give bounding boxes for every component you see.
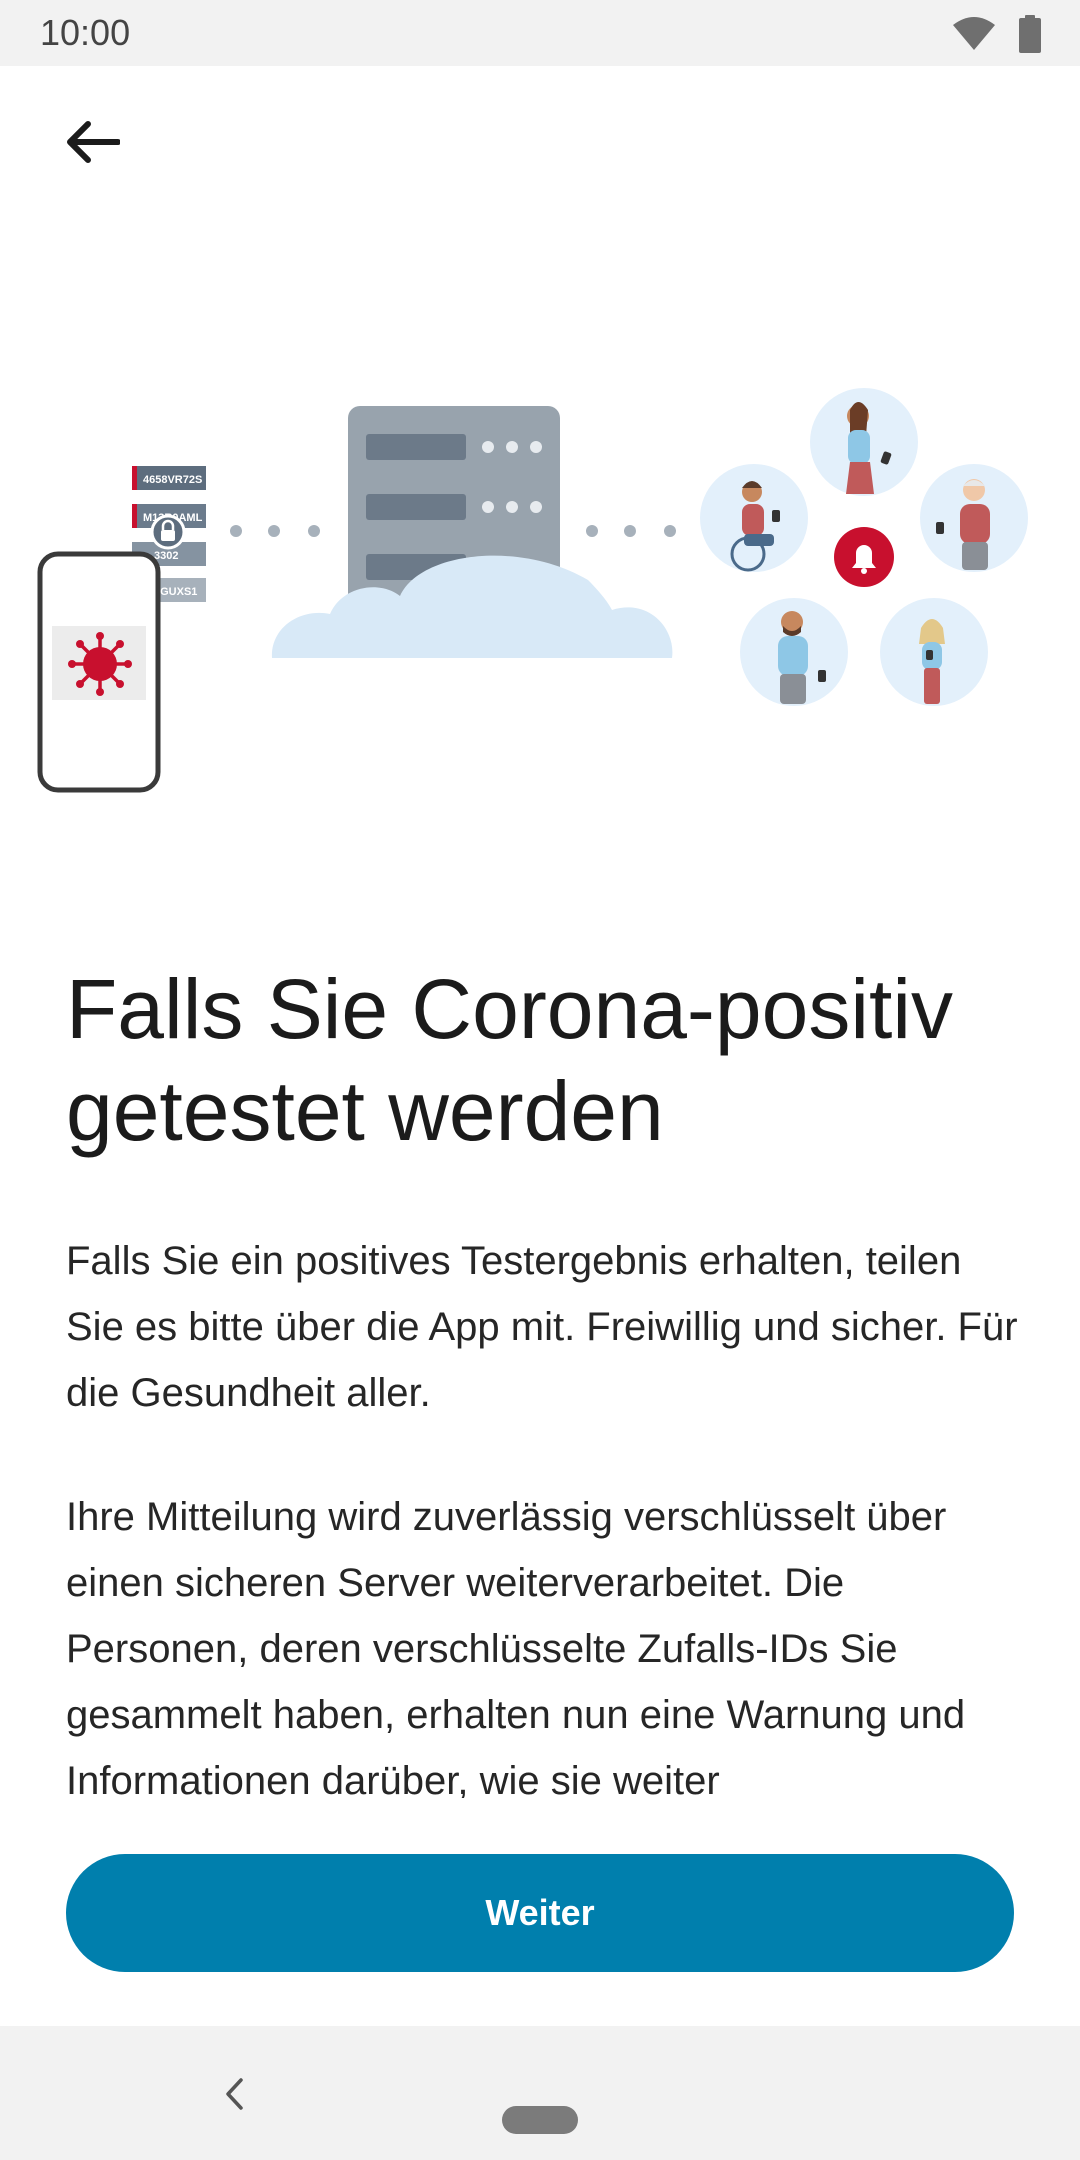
status-time: 10:00 xyxy=(40,12,131,53)
page-title: Falls Sie Corona-positiv getestet werden xyxy=(66,962,954,1158)
chevron-left-icon xyxy=(226,2078,243,2110)
virus-icon xyxy=(68,632,132,696)
connection-dots-right xyxy=(586,525,676,537)
connection-dots-left xyxy=(230,525,320,537)
alert-bell-icon xyxy=(834,527,894,587)
contact-person-4 xyxy=(740,598,848,706)
contact-person-1 xyxy=(810,388,918,496)
arrow-back-icon xyxy=(67,121,120,163)
wifi-icon xyxy=(953,17,995,50)
system-nav-bar xyxy=(0,2026,1080,2160)
cloud-icon xyxy=(271,555,673,658)
hero-illustration: 4658VR72S M13R0AML …3302 …4GUXS1 xyxy=(37,388,1028,793)
id-tag-label: 4658VR72S xyxy=(143,474,202,486)
scrollable-body[interactable]: Falls Sie ein positives Testergebnis erh… xyxy=(66,1228,1026,1798)
lock-icon xyxy=(150,514,186,550)
contact-person-5 xyxy=(880,598,988,706)
battery-icon xyxy=(1019,15,1041,53)
next-button[interactable]: Weiter xyxy=(66,1854,1014,1972)
body-paragraph-2: Ihre Mitteilung wird zuverlässig verschl… xyxy=(66,1495,966,1798)
contact-person-3 xyxy=(920,464,1028,572)
status-icons xyxy=(952,14,1042,54)
nav-home-pill[interactable] xyxy=(502,2106,578,2134)
contact-person-2 xyxy=(700,464,808,572)
body-paragraph-1: Falls Sie ein positives Testergebnis erh… xyxy=(66,1239,1018,1415)
back-button[interactable] xyxy=(52,108,132,176)
status-bar: 10:00 xyxy=(0,0,1080,66)
nav-back-button[interactable] xyxy=(214,2066,254,2122)
